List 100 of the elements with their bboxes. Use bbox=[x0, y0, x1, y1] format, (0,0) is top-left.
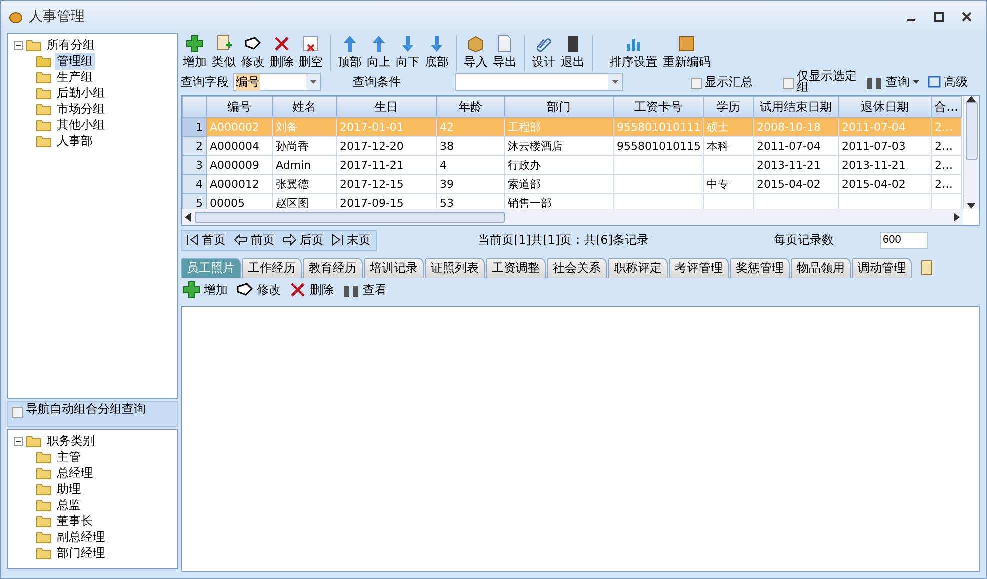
first-page-icon bbox=[187, 234, 199, 246]
toolbar-button[interactable]: 底部 bbox=[423, 35, 451, 71]
tree-item[interactable]: 董事长 bbox=[55, 512, 95, 530]
pager-button[interactable]: 首页 bbox=[185, 232, 228, 248]
row-number: 2 bbox=[182, 136, 206, 156]
tree-item[interactable]: 市场分组 bbox=[55, 100, 107, 118]
query-button[interactable]: 查询 bbox=[863, 73, 922, 91]
table-cell: 2011-07-04 bbox=[838, 118, 932, 136]
toolbar-button[interactable]: 向上 bbox=[365, 35, 393, 71]
table-cell: 53 bbox=[436, 194, 504, 209]
column-header[interactable]: 试用结束日期 bbox=[754, 96, 838, 118]
collapse-icon[interactable] bbox=[14, 40, 23, 50]
tree-item[interactable]: 总监 bbox=[55, 496, 83, 514]
per-page-field[interactable]: 600 bbox=[880, 232, 928, 248]
column-header[interactable]: 部门 bbox=[504, 96, 614, 118]
tree-item[interactable]: 助理 bbox=[55, 480, 83, 498]
toolbar-button[interactable]: 修改 bbox=[234, 281, 283, 299]
column-header[interactable]: 工资卡号 bbox=[614, 96, 704, 118]
caret-icon bbox=[310, 80, 316, 84]
toolbar-button[interactable]: 设计 bbox=[530, 35, 558, 71]
table-cell: 工程部 bbox=[504, 118, 614, 136]
minimize-icon bbox=[907, 19, 915, 21]
field-dropdown[interactable]: 编号 bbox=[233, 73, 321, 91]
tab[interactable]: 工作经历 bbox=[242, 258, 302, 278]
scroll-right-icon[interactable] bbox=[954, 212, 960, 222]
column-header[interactable]: 退休日期 bbox=[838, 96, 932, 118]
row-number: 4 bbox=[182, 174, 206, 194]
toolbar-button[interactable]: 修改 bbox=[239, 35, 267, 71]
advanced-button[interactable]: 高级 bbox=[926, 74, 970, 90]
collapse-icon[interactable] bbox=[14, 436, 23, 446]
tab[interactable]: 物品领用 bbox=[791, 258, 851, 278]
table-cell bbox=[932, 194, 962, 209]
tab[interactable]: 奖惩管理 bbox=[730, 258, 790, 278]
folder-icon bbox=[36, 102, 52, 116]
window-title: 人事管理 bbox=[29, 8, 86, 26]
horizontal-scrollbar[interactable] bbox=[182, 209, 963, 225]
toolbar-button[interactable]: 删除 bbox=[287, 281, 336, 299]
toolbar-button[interactable]: 删空 bbox=[297, 35, 325, 71]
checkbox[interactable] bbox=[12, 407, 23, 418]
tree-item[interactable]: 后勤小组 bbox=[55, 84, 107, 102]
caret-icon bbox=[913, 80, 920, 84]
tab[interactable]: 教育经历 bbox=[303, 258, 363, 278]
folder-icon bbox=[36, 514, 52, 528]
tree-item[interactable]: 职务类别 bbox=[45, 432, 97, 450]
tab[interactable]: 考评管理 bbox=[669, 258, 729, 278]
toolbar-button[interactable]: 类似 bbox=[210, 35, 238, 71]
tree-item[interactable]: 总经理 bbox=[55, 464, 95, 482]
toolbar-button[interactable]: 删除 bbox=[268, 35, 296, 71]
down-arrow-icon bbox=[428, 35, 446, 53]
folder-icon bbox=[26, 434, 42, 448]
scroll-down-icon[interactable] bbox=[967, 203, 976, 209]
table-cell: 2013-11-21 bbox=[838, 156, 932, 174]
field-label: 查询字段 bbox=[181, 74, 229, 90]
vertical-scrollbar[interactable] bbox=[963, 96, 979, 209]
checkbox[interactable]: 显示汇总 bbox=[691, 75, 753, 89]
column-header[interactable]: 姓名 bbox=[272, 96, 336, 118]
table-cell: 39 bbox=[436, 174, 504, 194]
tab[interactable]: 证照列表 bbox=[425, 258, 485, 278]
pager-button[interactable]: 末页 bbox=[330, 232, 373, 248]
tree-item[interactable]: 副总经理 bbox=[55, 528, 107, 546]
table-cell: 2017-01-01 bbox=[336, 118, 436, 136]
toolbar-button[interactable]: 排序设置 bbox=[608, 35, 660, 71]
tree-item[interactable]: 生产组 bbox=[55, 68, 95, 86]
column-header[interactable]: 年龄 bbox=[436, 96, 504, 118]
tree-item[interactable]: 其他小组 bbox=[55, 116, 107, 134]
toolbar-button[interactable]: 导入 bbox=[462, 35, 490, 71]
tab[interactable]: 调动管理 bbox=[852, 258, 912, 278]
column-header[interactable]: 合… bbox=[932, 96, 962, 118]
tree-item[interactable]: 管理组 bbox=[55, 52, 95, 70]
column-header[interactable]: 学历 bbox=[704, 96, 754, 118]
checkbox[interactable]: 仅显示选定组 bbox=[783, 71, 859, 93]
toolbar-button[interactable]: 向下 bbox=[394, 35, 422, 71]
pager-button[interactable]: 前页 bbox=[232, 232, 277, 248]
tree-item[interactable]: 人事部 bbox=[55, 132, 95, 150]
table-cell: 2011-07-03 bbox=[838, 136, 932, 156]
column-header[interactable]: 编号 bbox=[206, 96, 272, 118]
toolbar-button[interactable]: 导出 bbox=[491, 35, 519, 71]
toolbar-button[interactable]: 增加 bbox=[181, 35, 209, 71]
table-cell: 2017-09-15 bbox=[336, 194, 436, 209]
table-cell: A000002 bbox=[206, 118, 272, 136]
toolbar-button[interactable]: 退出 bbox=[559, 35, 587, 71]
toolbar-button[interactable]: 查看 bbox=[340, 281, 389, 299]
pager-button[interactable]: 后页 bbox=[281, 232, 326, 248]
tree-item[interactable]: 主管 bbox=[55, 448, 83, 466]
tab[interactable]: 职称评定 bbox=[608, 258, 668, 278]
tree-item[interactable]: 部门经理 bbox=[55, 544, 107, 562]
tab[interactable]: 培训记录 bbox=[364, 258, 424, 278]
tab[interactable]: 社会关系 bbox=[547, 258, 607, 278]
toolbar-button[interactable]: 重新编码 bbox=[661, 35, 713, 71]
scroll-left-icon[interactable] bbox=[185, 212, 191, 222]
table-cell: 销售一部 bbox=[504, 194, 614, 209]
toolbar-button[interactable]: 增加 bbox=[181, 281, 230, 299]
table-cell: 4 bbox=[436, 156, 504, 174]
table-cell: 2015-04-02 bbox=[838, 174, 932, 194]
table-cell: 刘备 bbox=[272, 118, 336, 136]
table-cell: 38 bbox=[436, 136, 504, 156]
tree-item[interactable]: 所有分组 bbox=[45, 36, 97, 54]
tab[interactable]: 工资调整 bbox=[486, 258, 546, 278]
toolbar-button[interactable]: 顶部 bbox=[336, 35, 364, 71]
column-header[interactable]: 生日 bbox=[336, 96, 436, 118]
